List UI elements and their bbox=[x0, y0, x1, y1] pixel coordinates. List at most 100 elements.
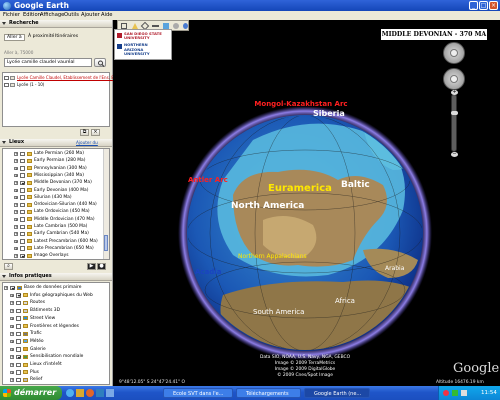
expand-icon[interactable]: + bbox=[10, 370, 14, 374]
expand-icon[interactable]: + bbox=[14, 246, 18, 250]
checkbox[interactable] bbox=[20, 180, 25, 186]
layers-list-item[interactable]: + Base de données primaire bbox=[3, 284, 109, 292]
checkbox[interactable] bbox=[4, 75, 9, 80]
look-joystick[interactable] bbox=[443, 42, 465, 64]
expand-icon[interactable]: + bbox=[10, 324, 14, 328]
scrollbar-thumb[interactable] bbox=[104, 235, 108, 251]
expand-icon[interactable]: + bbox=[14, 217, 18, 221]
close-results-icon[interactable]: × bbox=[91, 129, 100, 136]
expand-icon[interactable]: + bbox=[14, 232, 18, 236]
checkbox[interactable] bbox=[20, 158, 25, 164]
expand-icon[interactable]: + bbox=[10, 293, 14, 297]
menu-edition[interactable]: Edition bbox=[23, 11, 41, 20]
checkbox[interactable] bbox=[20, 246, 25, 251]
layers-list-item[interactable]: + Infos géographiques du Web bbox=[3, 292, 109, 300]
taskbar-item-google-earth[interactable]: Google Earth (ne... bbox=[304, 388, 370, 398]
zoom-out-icon[interactable]: − bbox=[451, 152, 458, 157]
checkbox[interactable] bbox=[16, 339, 21, 344]
play-tour-icon[interactable]: ▶ bbox=[87, 263, 96, 270]
checkbox[interactable] bbox=[16, 293, 21, 298]
checkbox[interactable] bbox=[20, 202, 25, 208]
layers-list-item[interactable]: + Frontières et légendes bbox=[3, 323, 109, 331]
checkbox[interactable] bbox=[20, 253, 25, 259]
expand-icon[interactable]: + bbox=[10, 301, 14, 305]
maximize-icon[interactable]: □ bbox=[479, 1, 488, 10]
expand-icon[interactable]: + bbox=[14, 188, 18, 192]
tab-aller-a[interactable]: Aller à bbox=[4, 34, 25, 41]
earth-3d-view[interactable]: Mongol-Kazakhstan Arc Siberia Antler Arc… bbox=[113, 20, 500, 386]
close-icon[interactable]: × bbox=[489, 1, 498, 10]
checkbox[interactable] bbox=[20, 239, 25, 244]
checkbox[interactable] bbox=[16, 308, 21, 314]
tab-itineraires[interactable]: Itinéraires bbox=[55, 34, 78, 39]
layers-list-item[interactable]: + Plus bbox=[3, 369, 109, 377]
zoom-in-icon[interactable]: + bbox=[451, 90, 458, 95]
checkbox[interactable] bbox=[16, 362, 21, 367]
copy-icon[interactable]: ⧉ bbox=[80, 129, 89, 136]
checkbox[interactable] bbox=[16, 300, 21, 306]
expand-icon[interactable]: + bbox=[14, 239, 18, 243]
search-input[interactable]: Lycée camille claudel vauréal bbox=[4, 58, 92, 67]
expand-icon[interactable]: + bbox=[14, 152, 18, 156]
desktop-quicklaunch-icon[interactable] bbox=[106, 389, 114, 397]
checkbox[interactable] bbox=[20, 166, 25, 171]
checkbox[interactable] bbox=[16, 370, 21, 375]
expand-icon[interactable]: + bbox=[14, 173, 18, 177]
checkbox[interactable] bbox=[20, 151, 25, 156]
layers-list-item[interactable]: + Routes bbox=[3, 299, 109, 307]
ie-quicklaunch-icon[interactable] bbox=[66, 389, 74, 397]
places-scrollbar[interactable] bbox=[103, 149, 109, 259]
zoom-slider[interactable]: + − bbox=[451, 90, 458, 157]
checkbox[interactable] bbox=[20, 217, 25, 222]
menu-affichage[interactable]: Affichage bbox=[40, 11, 64, 20]
move-joystick[interactable] bbox=[443, 68, 465, 90]
earth-quicklaunch-icon[interactable] bbox=[96, 389, 104, 397]
layers-list-item[interactable]: + Sensibilisation mondiale bbox=[3, 353, 109, 361]
places-panel-header[interactable]: Lieux Ajouter du contenu bbox=[0, 139, 112, 152]
checkbox[interactable] bbox=[20, 195, 25, 200]
tab-a-proximite[interactable]: À proximité bbox=[28, 34, 54, 39]
minimize-icon[interactable]: _ bbox=[469, 1, 478, 10]
sky-icon[interactable] bbox=[183, 23, 188, 29]
menu-fichier[interactable]: Fichier bbox=[3, 11, 20, 20]
search-panel-header[interactable]: Recherche bbox=[0, 20, 112, 28]
layers-list-item[interactable]: + Relief bbox=[3, 376, 109, 384]
checkbox[interactable] bbox=[20, 188, 25, 193]
expand-icon[interactable]: + bbox=[14, 159, 18, 163]
menu-outils[interactable]: Outils bbox=[64, 11, 79, 20]
expand-icon[interactable]: + bbox=[10, 339, 14, 343]
expand-icon[interactable]: + bbox=[14, 195, 18, 199]
layers-list-item[interactable]: + Galerie bbox=[3, 346, 109, 354]
layers-panel-header[interactable]: Infos pratiques bbox=[0, 273, 112, 281]
checkbox[interactable] bbox=[16, 324, 21, 329]
firefox-quicklaunch-icon[interactable] bbox=[86, 389, 94, 397]
taskbar-item-ecole-svt[interactable]: Ecole SVT dans l'e... bbox=[163, 388, 233, 398]
expand-icon[interactable]: + bbox=[14, 225, 18, 229]
checkbox[interactable] bbox=[16, 354, 21, 360]
checkbox[interactable] bbox=[20, 231, 25, 237]
start-button[interactable]: démarrer bbox=[0, 386, 62, 400]
expand-icon[interactable]: + bbox=[10, 378, 14, 382]
expand-icon[interactable]: + bbox=[10, 316, 14, 320]
places-list-item[interactable]: + Image Overlays bbox=[3, 252, 109, 259]
explorer-quicklaunch-icon[interactable] bbox=[76, 389, 84, 397]
expand-icon[interactable]: + bbox=[4, 286, 8, 290]
zoom-slider-thumb[interactable] bbox=[451, 111, 458, 115]
menu-ajouter[interactable]: Ajouter bbox=[81, 11, 100, 20]
search-result[interactable]: Lycée (1 - 10) bbox=[3, 81, 109, 89]
expand-icon[interactable]: + bbox=[10, 309, 14, 313]
layers-list-item[interactable]: + Météo bbox=[3, 338, 109, 346]
checkbox[interactable] bbox=[16, 316, 21, 321]
expand-icon[interactable]: + bbox=[10, 347, 14, 351]
expand-icon[interactable]: + bbox=[14, 181, 18, 185]
checkbox[interactable] bbox=[10, 285, 15, 290]
record-tour-icon[interactable] bbox=[173, 23, 179, 29]
layers-list-item[interactable]: + Trafic bbox=[3, 330, 109, 338]
globe-canvas[interactable]: Mongol-Kazakhstan Arc Siberia Antler Arc… bbox=[113, 20, 500, 386]
taskbar-item-telechargements[interactable]: Téléchargements bbox=[236, 388, 301, 398]
expand-icon[interactable]: + bbox=[10, 355, 14, 359]
search-button[interactable] bbox=[94, 58, 106, 67]
checkbox[interactable] bbox=[4, 82, 9, 87]
expand-icon[interactable]: + bbox=[10, 363, 14, 367]
volume-icon[interactable] bbox=[461, 390, 467, 396]
